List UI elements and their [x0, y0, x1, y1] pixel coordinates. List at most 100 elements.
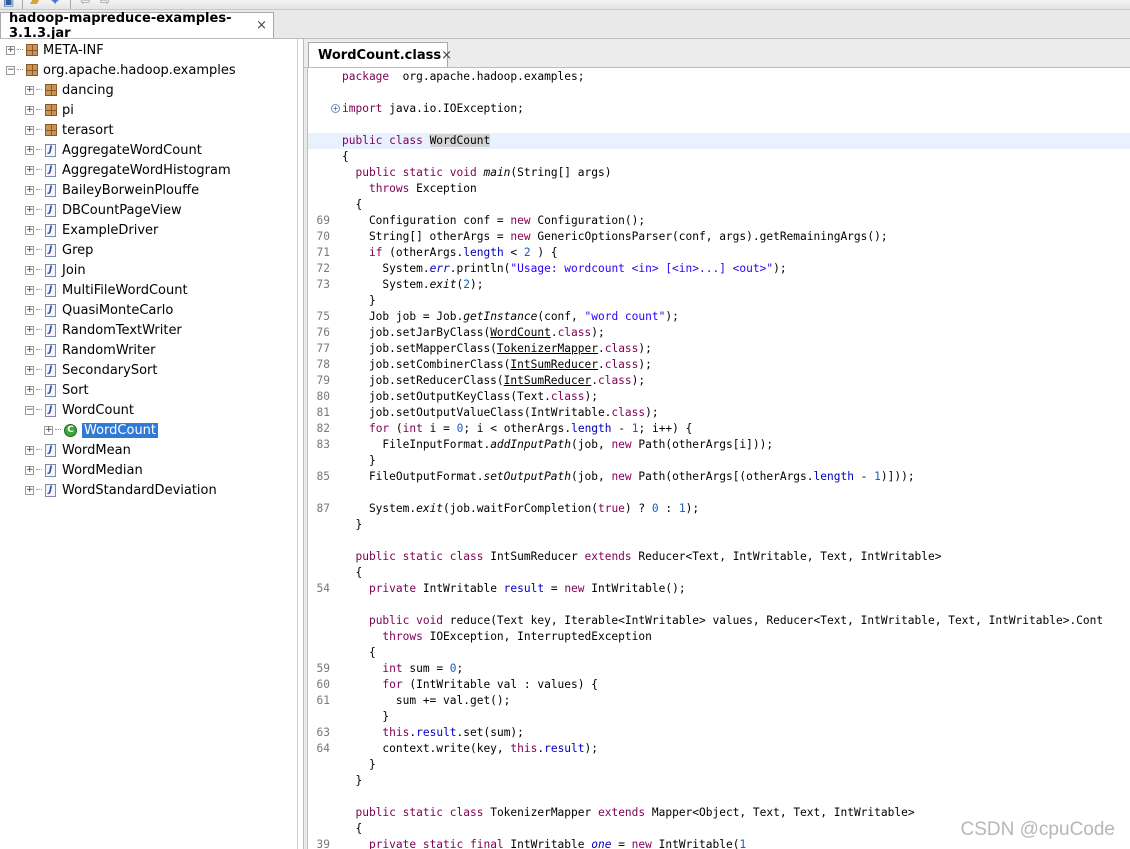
tree-item[interactable]: + J AggregateWordHistogram [25, 160, 231, 180]
code-token: (job, [571, 470, 612, 483]
java-file-icon: J [45, 203, 56, 217]
expand-icon[interactable]: + [25, 465, 34, 475]
expand-icon[interactable]: + [25, 125, 34, 135]
expand-icon[interactable]: + [25, 245, 34, 255]
fold-expand-icon[interactable]: + [331, 104, 340, 113]
tree-item[interactable]: + J RandomWriter [25, 340, 156, 360]
expand-icon[interactable]: + [25, 165, 34, 175]
code-line: 85 FileOutputFormat.setOutputPath(job, n… [308, 469, 1130, 485]
code-token: this [510, 742, 538, 755]
expand-icon[interactable]: + [25, 225, 34, 235]
tree-item[interactable]: + J SecondarySort [25, 360, 158, 380]
expand-icon[interactable]: + [25, 385, 34, 395]
tree-connector [36, 449, 42, 451]
tree-item[interactable]: − org.apache.hadoop.examples [6, 60, 236, 80]
tree-connector [36, 129, 42, 131]
expand-icon[interactable]: + [6, 45, 15, 55]
tree-item[interactable]: + C WordCount [44, 420, 159, 440]
code-line: } [308, 757, 1130, 773]
expand-icon[interactable]: + [25, 345, 34, 355]
code-token: (conf, [537, 310, 585, 323]
tree-item-label: pi [62, 102, 74, 118]
code-token: public static class [355, 550, 491, 563]
line-number: 63 [316, 726, 330, 739]
tree-item-label: AggregateWordHistogram [62, 162, 231, 178]
code-token: System. [342, 502, 417, 515]
code-text: } [342, 757, 376, 773]
code-token: .println( [449, 262, 511, 275]
close-icon[interactable]: × [441, 48, 452, 63]
collapse-icon[interactable]: − [25, 405, 34, 415]
java-file-icon: J [45, 163, 56, 177]
expand-icon[interactable]: + [25, 185, 34, 195]
tree-item[interactable]: + J MultiFileWordCount [25, 280, 188, 300]
code-token: TokenizerMapper [496, 342, 598, 355]
tree-item[interactable]: + pi [25, 100, 74, 120]
tree-item[interactable]: + J DBCountPageView [25, 200, 182, 220]
tree-item[interactable]: + J RandomTextWriter [25, 320, 182, 340]
code-token: { [342, 822, 363, 835]
tree-item[interactable]: + J ExampleDriver [25, 220, 158, 240]
expand-icon[interactable]: + [25, 285, 34, 295]
tab-jar-file[interactable]: hadoop-mapreduce-examples-3.1.3.jar × [0, 11, 274, 41]
code-token: new [611, 470, 632, 483]
code-token: job.setReducerClass( [342, 374, 504, 387]
tree-item[interactable]: + dancing [25, 80, 114, 100]
tree-item[interactable]: + J Join [25, 260, 86, 280]
tree-connector [36, 469, 42, 471]
expand-icon[interactable]: + [25, 85, 34, 95]
expand-icon[interactable]: + [44, 425, 53, 435]
code-text: import java.io.IOException; [342, 101, 524, 117]
code-token: reduce(Text key, Iterable<IntWritable> v… [449, 614, 1104, 627]
forward-arrow-icon[interactable]: ⇨ [100, 0, 114, 8]
expand-icon[interactable]: + [25, 205, 34, 215]
code-token: "word count" [584, 310, 666, 323]
tree-item-label: RandomTextWriter [62, 322, 182, 338]
tree-item[interactable]: + META-INF [6, 40, 104, 60]
tree-item[interactable]: + J BaileyBorweinPlouffe [25, 180, 199, 200]
code-token: - [853, 470, 875, 483]
close-icon[interactable]: × [256, 18, 267, 33]
tree-item[interactable]: + J Grep [25, 240, 93, 260]
tree-item-label: RandomWriter [62, 342, 156, 358]
collapse-icon[interactable]: − [6, 65, 15, 75]
back-arrow-icon[interactable]: ⇦ [80, 0, 94, 8]
tree-connector [36, 409, 42, 411]
line-number: 82 [316, 422, 330, 435]
tab-wordcount-class[interactable]: WordCount.class × [308, 42, 452, 67]
save-icon[interactable]: ▣ [3, 0, 17, 8]
open-folder-icon[interactable]: ▰ [30, 0, 44, 8]
tree-item-label: META-INF [43, 42, 104, 58]
code-token: IntWritable [416, 582, 504, 595]
tree-item[interactable]: + terasort [25, 120, 114, 140]
tree-connector [17, 49, 23, 51]
tree-item[interactable]: + J QuasiMonteCarlo [25, 300, 173, 320]
expand-icon[interactable]: + [25, 145, 34, 155]
code-token: job.setJarByClass( [342, 326, 491, 339]
tree-item[interactable]: + J WordStandardDeviation [25, 480, 217, 500]
tree-item-label: MultiFileWordCount [62, 282, 188, 298]
code-line: } [308, 709, 1130, 725]
expand-icon[interactable]: + [25, 365, 34, 375]
code-token: System. [342, 278, 430, 291]
line-number: 72 [316, 262, 330, 275]
code-token: ( [389, 422, 403, 435]
code-token: exit [429, 278, 457, 291]
find-icon[interactable]: ✦ [50, 0, 64, 8]
expand-icon[interactable]: + [25, 105, 34, 115]
tree-item[interactable]: − J WordCount [25, 400, 134, 420]
tree-item[interactable]: + J Sort [25, 380, 89, 400]
expand-icon[interactable]: + [25, 445, 34, 455]
code-editor[interactable]: package org.apache.hadoop.examples; + impo… [307, 68, 1130, 849]
code-text: int sum = 0; [342, 661, 463, 677]
tree-item[interactable]: + J WordMedian [25, 460, 143, 480]
expand-icon[interactable]: + [25, 305, 34, 315]
code-token: (job.waitForCompletion( [443, 502, 598, 515]
tree-item[interactable]: + J WordMean [25, 440, 131, 460]
expand-icon[interactable]: + [25, 325, 34, 335]
expand-icon[interactable]: + [25, 265, 34, 275]
expand-icon[interactable]: + [25, 485, 34, 495]
tree-item[interactable]: + J AggregateWordCount [25, 140, 202, 160]
